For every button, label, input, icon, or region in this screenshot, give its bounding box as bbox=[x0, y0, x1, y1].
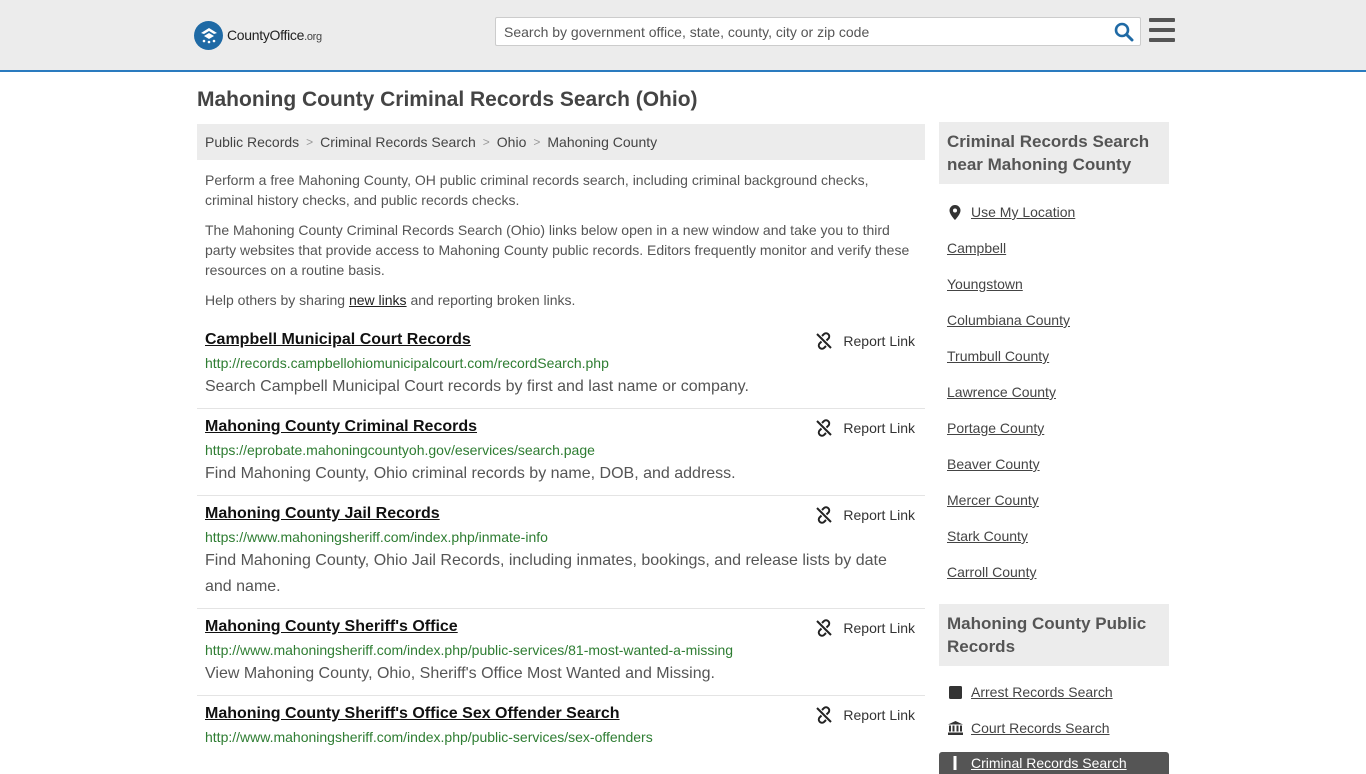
nearby-link[interactable]: Mercer County bbox=[947, 492, 1039, 508]
public-record-item[interactable]: Arrest Records Search bbox=[947, 674, 1161, 710]
active-item-label: Criminal Records Search bbox=[971, 755, 1127, 771]
record-link-title[interactable]: Mahoning County Jail Records bbox=[205, 504, 440, 524]
arrest-records-link[interactable]: Arrest Records Search bbox=[971, 684, 1113, 700]
broken-link-icon bbox=[816, 706, 833, 724]
site-header: CountyOffice.org bbox=[0, 0, 1366, 72]
sidebar: Criminal Records Search near Mahoning Co… bbox=[939, 122, 1169, 774]
map-marker-icon bbox=[947, 204, 963, 220]
search-box bbox=[495, 17, 1141, 46]
nearby-link[interactable]: Stark County bbox=[947, 528, 1028, 544]
list-item: Mahoning County Jail Records https://www… bbox=[197, 496, 925, 609]
report-link-label: Report Link bbox=[843, 707, 915, 723]
record-link-title[interactable]: Mahoning County Criminal Records bbox=[205, 417, 477, 437]
report-link-label: Report Link bbox=[843, 333, 915, 349]
nearby-link[interactable]: Columbiana County bbox=[947, 312, 1070, 328]
breadcrumb-separator: > bbox=[533, 135, 541, 149]
breadcrumb-public-records[interactable]: Public Records bbox=[205, 134, 299, 150]
court-records-link[interactable]: Court Records Search bbox=[971, 720, 1110, 736]
page-title: Mahoning County Criminal Records Search … bbox=[197, 88, 698, 111]
list-item: Campbell Municipal Court Records http://… bbox=[197, 322, 925, 409]
broken-link-icon bbox=[816, 619, 833, 637]
share-paragraph: Help others by sharing new links and rep… bbox=[205, 292, 576, 308]
logo-seal-icon bbox=[194, 20, 223, 50]
nearby-item[interactable]: Carroll County bbox=[947, 554, 1161, 590]
public-records-list: Arrest Records Search Court Records Sear… bbox=[939, 666, 1169, 746]
report-link-label: Report Link bbox=[843, 620, 915, 636]
broken-link-icon bbox=[816, 419, 833, 437]
broken-link-icon bbox=[816, 332, 833, 350]
record-link-url: http://www.mahoningsheriff.com/index.php… bbox=[205, 642, 734, 658]
search-input[interactable] bbox=[496, 18, 1106, 45]
breadcrumb-criminal-records-search[interactable]: Criminal Records Search bbox=[320, 134, 476, 150]
report-link-label: Report Link bbox=[843, 420, 915, 436]
breadcrumb-mahoning-county[interactable]: Mahoning County bbox=[547, 134, 657, 150]
nearby-item[interactable]: Youngstown bbox=[947, 266, 1161, 302]
nearby-item[interactable]: Stark County bbox=[947, 518, 1161, 554]
nearby-section-title: Criminal Records Search near Mahoning Co… bbox=[939, 122, 1169, 184]
record-link-title[interactable]: Mahoning County Sheriff's Office Sex Off… bbox=[205, 704, 620, 724]
courthouse-icon bbox=[947, 721, 963, 735]
intro-paragraph: The Mahoning County Criminal Records Sea… bbox=[205, 222, 910, 278]
record-link-description: Search Campbell Municipal Court records … bbox=[205, 378, 749, 395]
new-links-link[interactable]: new links bbox=[349, 292, 407, 308]
list-item: Mahoning County Sheriff's Office http://… bbox=[197, 609, 925, 696]
report-link-button[interactable]: Report Link bbox=[815, 332, 915, 350]
logo-text: CountyOffice.org bbox=[227, 27, 322, 43]
broken-link-icon bbox=[816, 506, 833, 524]
record-link-url: http://records.campbellohiomunicipalcour… bbox=[205, 355, 609, 371]
list-item: Mahoning County Sheriff's Office Sex Off… bbox=[197, 696, 925, 754]
public-records-section-title: Mahoning County Public Records bbox=[939, 604, 1169, 666]
nearby-item[interactable]: Columbiana County bbox=[947, 302, 1161, 338]
nearby-link[interactable]: Portage County bbox=[947, 420, 1044, 436]
nearby-link[interactable]: Beaver County bbox=[947, 456, 1040, 472]
nearby-link[interactable]: Carroll County bbox=[947, 564, 1036, 580]
breadcrumb-separator: > bbox=[482, 135, 490, 149]
record-link-description: Find Mahoning County, Ohio Jail Records,… bbox=[205, 552, 887, 595]
record-link-description: Find Mahoning County, Ohio criminal reco… bbox=[205, 465, 736, 482]
search-icon bbox=[1114, 22, 1134, 42]
nearby-item[interactable]: Campbell bbox=[947, 230, 1161, 266]
list-item: Mahoning County Criminal Records https:/… bbox=[197, 409, 925, 496]
sidebar-item-criminal-records-search[interactable]: Criminal Records Search bbox=[939, 752, 1169, 774]
record-link-title[interactable]: Mahoning County Sheriff's Office bbox=[205, 617, 458, 637]
public-record-item[interactable]: Court Records Search bbox=[947, 710, 1161, 746]
square-icon bbox=[947, 685, 963, 699]
nearby-link[interactable]: Lawrence County bbox=[947, 384, 1056, 400]
record-link-description: View Mahoning County, Ohio, Sheriff's Of… bbox=[205, 665, 715, 682]
nearby-item[interactable]: Portage County bbox=[947, 410, 1161, 446]
nearby-link[interactable]: Campbell bbox=[947, 240, 1006, 256]
intro-paragraph: Perform a free Mahoning County, OH publi… bbox=[205, 172, 869, 208]
records-link-list: Campbell Municipal Court Records http://… bbox=[197, 322, 925, 754]
nearby-list: Use My Location Campbell Youngstown Colu… bbox=[939, 184, 1169, 604]
breadcrumb-ohio[interactable]: Ohio bbox=[497, 134, 527, 150]
record-link-url: https://eprobate.mahoningcountyoh.gov/es… bbox=[205, 442, 595, 458]
use-location-link[interactable]: Use My Location bbox=[971, 204, 1075, 220]
hamburger-menu-icon[interactable] bbox=[1149, 18, 1175, 42]
nearby-link[interactable]: Youngstown bbox=[947, 276, 1023, 292]
report-link-label: Report Link bbox=[843, 507, 915, 523]
breadcrumb-separator: > bbox=[306, 135, 314, 149]
record-link-title[interactable]: Campbell Municipal Court Records bbox=[205, 330, 471, 350]
site-logo[interactable]: CountyOffice.org bbox=[194, 20, 322, 50]
nearby-item[interactable]: Mercer County bbox=[947, 482, 1161, 518]
nearby-link[interactable]: Trumbull County bbox=[947, 348, 1049, 364]
report-link-button[interactable]: Report Link bbox=[815, 619, 915, 637]
use-location-item[interactable]: Use My Location bbox=[947, 194, 1161, 230]
breadcrumb: Public Records > Criminal Records Search… bbox=[197, 124, 925, 160]
record-link-url: https://www.mahoningsheriff.com/index.ph… bbox=[205, 529, 548, 545]
search-button[interactable] bbox=[1114, 22, 1134, 42]
nearby-item[interactable]: Trumbull County bbox=[947, 338, 1161, 374]
report-link-button[interactable]: Report Link bbox=[815, 706, 915, 724]
report-link-button[interactable]: Report Link bbox=[815, 419, 915, 437]
report-link-button[interactable]: Report Link bbox=[815, 506, 915, 524]
nearby-item[interactable]: Beaver County bbox=[947, 446, 1161, 482]
record-link-url: http://www.mahoningsheriff.com/index.php… bbox=[205, 729, 653, 745]
nearby-item[interactable]: Lawrence County bbox=[947, 374, 1161, 410]
